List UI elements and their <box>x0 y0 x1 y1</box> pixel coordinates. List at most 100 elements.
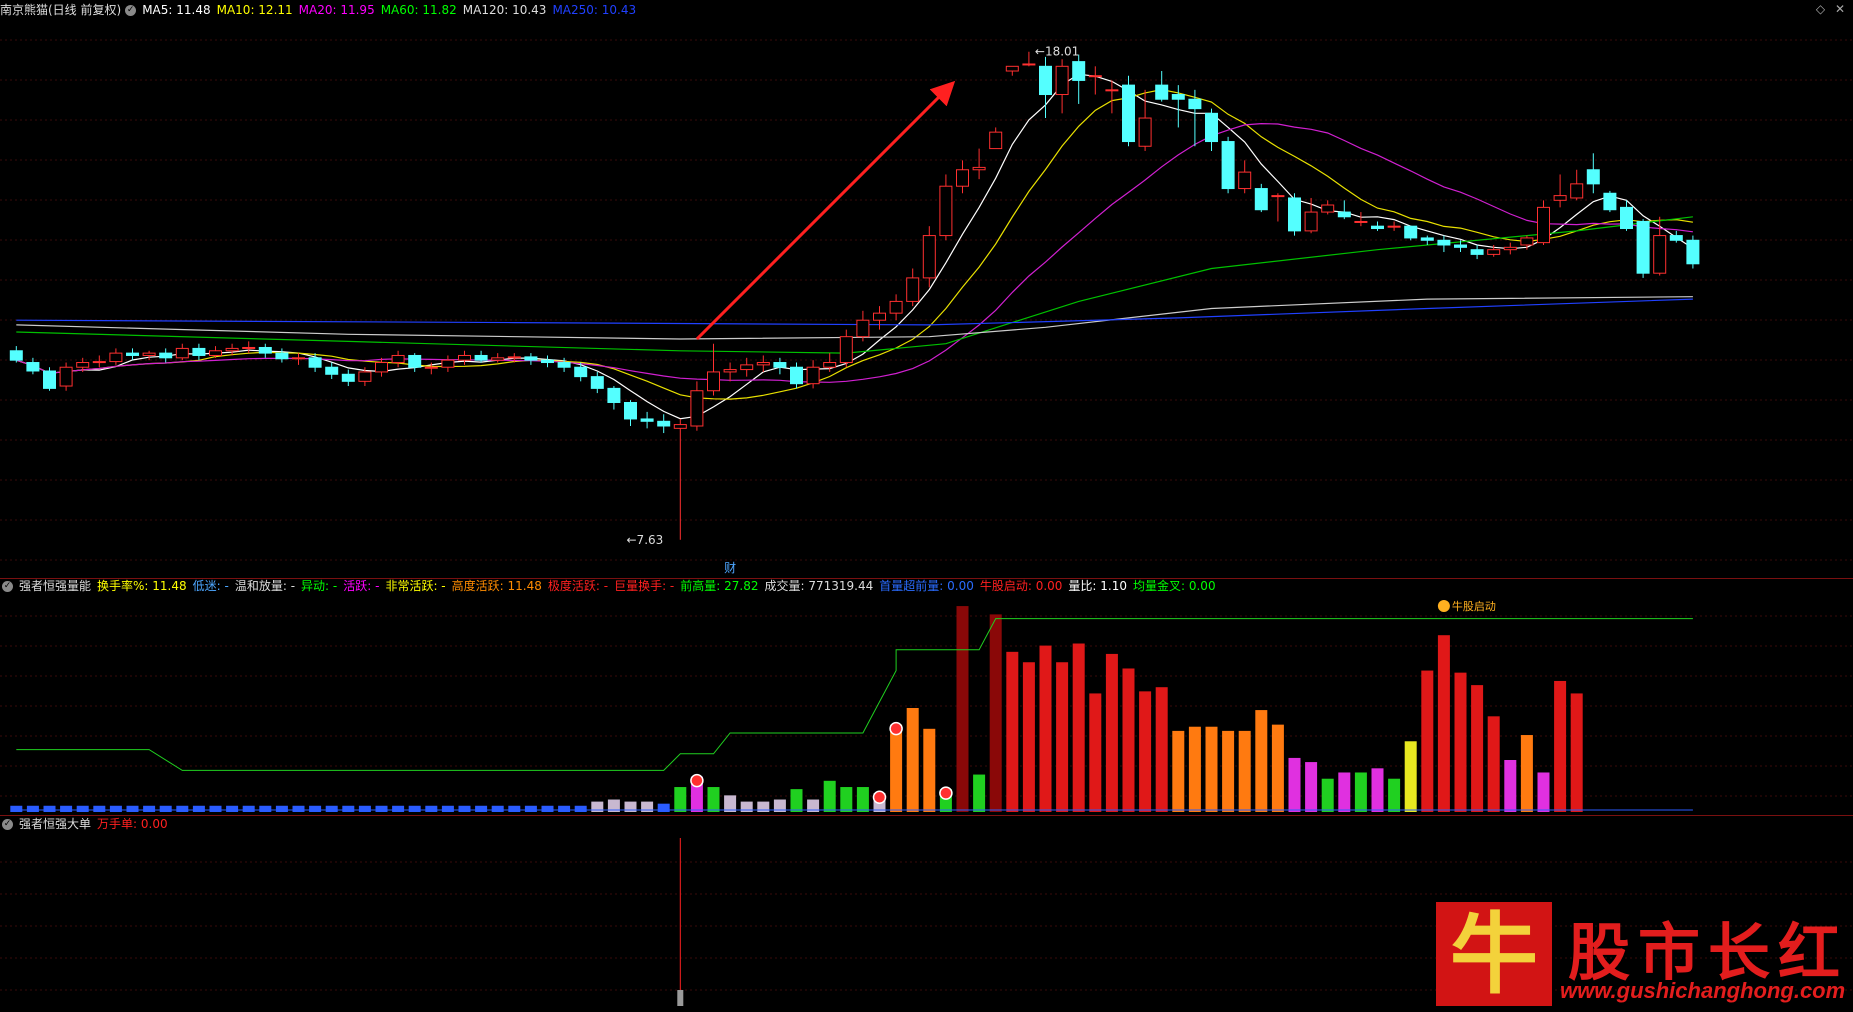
candle-body[interactable] <box>806 366 820 385</box>
candle-body[interactable] <box>59 366 73 387</box>
candle-body[interactable] <box>1188 98 1202 110</box>
candle-body[interactable] <box>242 346 256 349</box>
volume-bar[interactable] <box>1471 685 1484 812</box>
candle-body[interactable] <box>109 352 123 363</box>
candle-body[interactable] <box>1105 89 1119 92</box>
candle-body[interactable] <box>889 300 903 314</box>
candle-body[interactable] <box>391 354 405 364</box>
volume-bar[interactable] <box>1338 772 1351 812</box>
candle-body[interactable] <box>1553 195 1567 201</box>
candle-body[interactable] <box>1304 211 1318 232</box>
signal-badge-icon[interactable] <box>889 721 903 736</box>
candle-body[interactable] <box>673 424 687 429</box>
candle-body[interactable] <box>275 352 289 360</box>
volume-bar[interactable] <box>292 805 305 812</box>
volume-bar[interactable] <box>275 805 288 812</box>
candle-body[interactable] <box>1586 169 1600 185</box>
volume-bar[interactable] <box>1139 691 1152 812</box>
volume-bar[interactable] <box>508 805 521 812</box>
volume-bar[interactable] <box>143 805 156 812</box>
candle-body[interactable] <box>1437 239 1451 246</box>
volume-bar[interactable] <box>458 805 471 812</box>
volume-bar[interactable] <box>1520 735 1533 812</box>
candle-body[interactable] <box>474 354 488 361</box>
candle-body[interactable] <box>341 373 355 382</box>
volume-bar[interactable] <box>375 805 388 812</box>
candle-body[interactable] <box>873 312 886 321</box>
volume-bar[interactable] <box>906 708 919 812</box>
volume-bar[interactable] <box>60 805 73 812</box>
volume-bar[interactable] <box>1122 668 1135 812</box>
candle-body[interactable] <box>126 352 139 356</box>
candle-body[interactable] <box>939 185 953 237</box>
settings-icon[interactable]: ✓ <box>2 581 13 592</box>
candle-body[interactable] <box>773 362 787 368</box>
volume-bar[interactable] <box>441 805 454 812</box>
volume-bar[interactable] <box>76 805 89 812</box>
candle-body[interactable] <box>1387 225 1401 228</box>
volume-bar[interactable] <box>209 805 222 812</box>
volume-bar[interactable] <box>475 805 488 812</box>
candle-body[interactable] <box>1454 244 1467 248</box>
volume-bar[interactable] <box>674 787 687 812</box>
candle-body[interactable] <box>9 350 23 361</box>
volume-bar[interactable] <box>657 803 670 812</box>
candle-body[interactable] <box>1221 141 1235 190</box>
volume-bar[interactable] <box>973 774 986 812</box>
candle-body[interactable] <box>1288 197 1301 232</box>
volume-bar[interactable] <box>192 805 205 812</box>
candle-body[interactable] <box>192 347 206 356</box>
volume-bar[interactable] <box>1570 693 1583 812</box>
candle-body[interactable] <box>142 352 156 356</box>
volume-bar[interactable] <box>1271 724 1284 812</box>
candle-body[interactable] <box>723 369 737 373</box>
volume-bar[interactable] <box>823 780 836 812</box>
volume-bar[interactable] <box>524 805 537 812</box>
volume-bar[interactable] <box>1437 635 1450 812</box>
candle-body[interactable] <box>424 366 438 369</box>
candle-body[interactable] <box>1653 235 1667 274</box>
volume-bar[interactable] <box>242 805 255 812</box>
volume-bar[interactable] <box>1421 670 1434 812</box>
candle-body[interactable] <box>1155 84 1169 100</box>
candle-body[interactable] <box>1171 94 1185 100</box>
volume-bar[interactable] <box>1089 693 1102 812</box>
candle-body[interactable] <box>1404 225 1418 239</box>
volume-bar[interactable] <box>1188 726 1201 812</box>
signal-badge-icon[interactable] <box>690 773 704 788</box>
candle-body[interactable] <box>258 346 272 354</box>
volume-bar[interactable] <box>226 805 239 812</box>
candle-body[interactable] <box>972 166 986 171</box>
volume-bar[interactable] <box>1404 741 1417 812</box>
candle-body[interactable] <box>1271 195 1285 198</box>
volume-bar[interactable] <box>790 789 803 812</box>
candle-body[interactable] <box>1321 204 1335 213</box>
candle-body[interactable] <box>375 362 388 373</box>
candle-body[interactable] <box>707 371 720 392</box>
candle-body[interactable] <box>491 357 505 361</box>
volume-bar[interactable] <box>259 805 272 812</box>
price-chart[interactable]: ←18.01 ←7.63 财 <box>0 0 1853 578</box>
volume-bar[interactable] <box>26 805 39 812</box>
candle-body[interactable] <box>1122 84 1135 143</box>
volume-bar[interactable] <box>1504 760 1517 812</box>
volume-bar[interactable] <box>1554 680 1567 812</box>
candle-body[interactable] <box>26 362 40 372</box>
volume-bar[interactable] <box>707 787 720 812</box>
candle-body[interactable] <box>441 359 455 368</box>
candle-body[interactable] <box>1039 65 1052 96</box>
candle-body[interactable] <box>1620 206 1633 230</box>
volume-bar[interactable] <box>1039 645 1052 812</box>
volume-bar[interactable] <box>1321 778 1334 812</box>
candle-body[interactable] <box>1337 211 1351 218</box>
volume-bar[interactable] <box>1006 651 1019 812</box>
volume-bar[interactable] <box>1537 772 1550 812</box>
candle-body[interactable] <box>856 319 870 338</box>
volume-panel-name[interactable]: 强者恒强量能 <box>19 579 91 593</box>
candle-body[interactable] <box>1420 237 1434 241</box>
volume-bar[interactable] <box>10 805 23 812</box>
volume-bar[interactable] <box>1222 730 1235 812</box>
volume-bar[interactable] <box>93 805 106 812</box>
volume-bar[interactable] <box>309 805 322 812</box>
candle-body[interactable] <box>956 169 969 187</box>
